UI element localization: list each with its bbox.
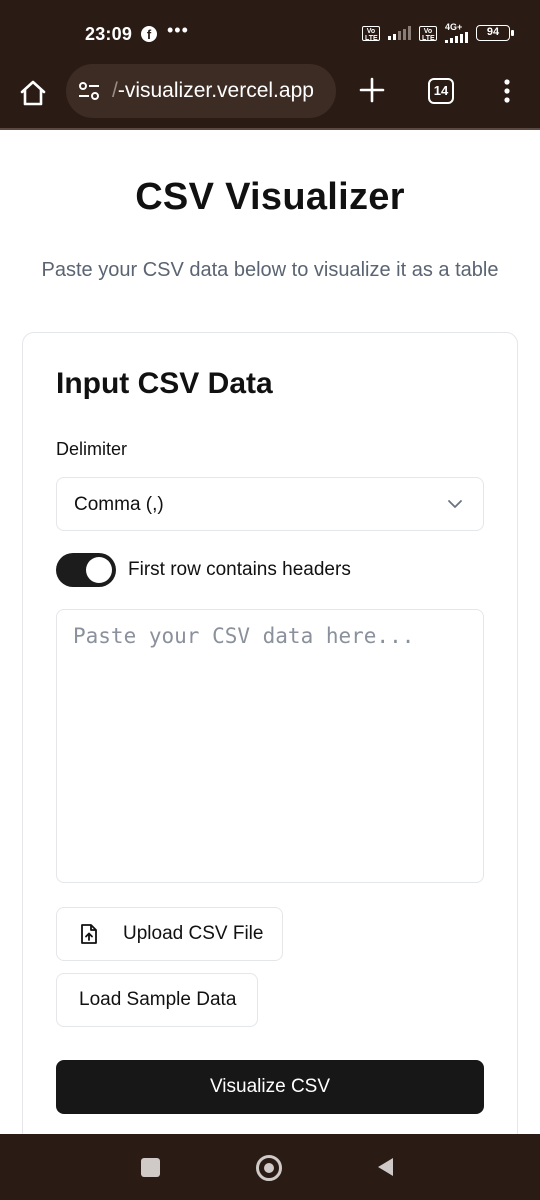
- volte-icon: Vo LTE: [362, 25, 380, 42]
- tab-switcher-icon[interactable]: 14: [428, 78, 454, 104]
- load-sample-label: Load Sample Data: [79, 989, 237, 1010]
- page-subtitle: Paste your CSV data below to visualize i…: [41, 259, 499, 281]
- address-bar[interactable]: /-visualizer.vercel.app: [66, 64, 336, 118]
- network-type: 4G+: [445, 22, 463, 32]
- battery-icon: 94: [476, 25, 514, 41]
- status-bar: 23:09 f ••• Vo LTE Vo LTE 4G+ 94: [0, 0, 540, 62]
- load-sample-button[interactable]: Load Sample Data: [56, 973, 258, 1027]
- home-nav-icon[interactable]: [256, 1155, 282, 1181]
- signal-icon-2: [445, 32, 468, 43]
- delimiter-value: Comma (,): [74, 494, 164, 515]
- delimiter-label: Delimiter: [56, 439, 128, 459]
- upload-csv-label: Upload CSV File: [123, 923, 264, 944]
- web-page: CSV Visualizer Paste your CSV data below…: [0, 132, 540, 1134]
- signal-icon: [388, 26, 411, 40]
- status-time: 23:09: [85, 24, 133, 44]
- page-title: CSV Visualizer: [135, 176, 405, 218]
- status-indicators: Vo LTE Vo LTE 4G+ 94: [362, 23, 514, 43]
- toggle-knob: [86, 557, 112, 583]
- url-text[interactable]: /-visualizer.vercel.app: [112, 79, 314, 103]
- site-settings-icon[interactable]: [78, 81, 100, 101]
- upload-csv-button[interactable]: Upload CSV File: [56, 907, 283, 961]
- chevron-down-icon: [448, 500, 462, 508]
- file-upload-icon: [81, 924, 97, 944]
- delimiter-select[interactable]: Comma (,): [56, 477, 484, 531]
- browser-toolbar: /-visualizer.vercel.app 14: [0, 62, 540, 130]
- network-indicator: 4G+: [445, 23, 468, 43]
- navigation-bar: [0, 1134, 540, 1200]
- facebook-icon: f: [141, 26, 157, 42]
- back-icon[interactable]: [375, 1156, 395, 1178]
- more-icon: •••: [167, 20, 189, 40]
- home-icon[interactable]: [18, 78, 48, 108]
- visualize-button[interactable]: Visualize CSV: [56, 1060, 484, 1114]
- card-title: Input CSV Data: [56, 367, 273, 400]
- new-tab-icon[interactable]: [358, 76, 386, 104]
- menu-icon[interactable]: [502, 78, 512, 104]
- url-domain: -visualizer.vercel.app: [117, 79, 314, 102]
- volte-icon-2: Vo LTE: [419, 25, 437, 42]
- headers-toggle[interactable]: [56, 553, 116, 587]
- headers-toggle-label: First row contains headers: [128, 559, 351, 580]
- battery-level: 94: [486, 26, 500, 38]
- tab-count: 14: [433, 83, 449, 98]
- recents-icon[interactable]: [141, 1158, 160, 1177]
- input-card: Input CSV Data Delimiter Comma (,) First…: [22, 332, 518, 1134]
- csv-input-textarea[interactable]: [56, 609, 484, 883]
